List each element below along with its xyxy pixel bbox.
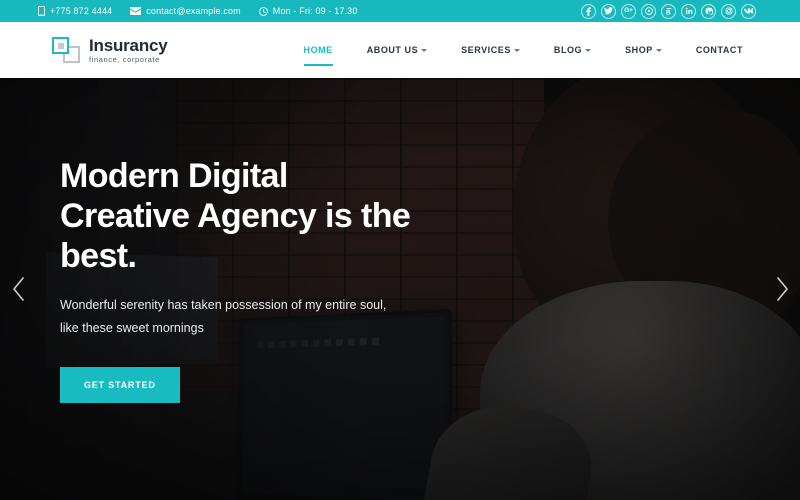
chevron-down-icon bbox=[421, 49, 428, 52]
hero-content: Modern Digital Creative Agency is the be… bbox=[60, 156, 490, 403]
chevron-down-icon bbox=[513, 49, 520, 52]
topbar-hours-text: Mon - Fri: 09 - 17.30 bbox=[272, 6, 358, 16]
nav-item-about-us[interactable]: ABOUT US bbox=[350, 39, 444, 61]
slider-next-button[interactable] bbox=[768, 272, 796, 306]
site-header: Insurancy finance, corporate HOME ABOUT … bbox=[0, 22, 800, 78]
topbar-email[interactable]: contact@example.com bbox=[130, 6, 241, 16]
topbar-phone-text: +775 872 4444 bbox=[50, 6, 113, 16]
envelope-icon bbox=[130, 7, 142, 15]
nav-item-label: ABOUT US bbox=[366, 45, 419, 55]
primary-navigation: HOME ABOUT US SERVICES BLOG SHOP CONTACT bbox=[287, 39, 760, 66]
dribbble-icon[interactable] bbox=[641, 3, 656, 19]
nav-item-shop[interactable]: SHOP bbox=[608, 39, 679, 61]
topbar-phone[interactable]: +775 872 4444 bbox=[38, 6, 112, 16]
chevron-down-icon bbox=[655, 49, 662, 52]
behance-icon[interactable] bbox=[661, 3, 676, 19]
slider-prev-button[interactable] bbox=[4, 272, 32, 306]
linkedin-icon[interactable] bbox=[681, 3, 696, 19]
nav-item-label: HOME bbox=[303, 45, 333, 55]
hero-title: Modern Digital Creative Agency is the be… bbox=[60, 156, 490, 276]
pinterest-icon[interactable] bbox=[701, 3, 716, 19]
chevron-right-icon bbox=[775, 276, 790, 302]
topbar-email-text: contact@example.com bbox=[146, 6, 241, 16]
clock-icon bbox=[258, 6, 268, 16]
brand-logo[interactable]: Insurancy finance, corporate bbox=[52, 37, 168, 64]
social-links: G+ bbox=[581, 3, 756, 19]
hero-subtitle: Wonderful serenity has taken possession … bbox=[60, 294, 390, 340]
hero-title-line-1: Modern Digital bbox=[60, 157, 288, 195]
chevron-down-icon bbox=[585, 49, 592, 52]
get-started-button[interactable]: GET STARTED bbox=[60, 366, 180, 403]
hero-subtitle-line-1: Wonderful serenity has taken possession … bbox=[60, 298, 357, 313]
phone-icon bbox=[38, 6, 45, 16]
brand-tagline: finance, corporate bbox=[89, 54, 160, 64]
facebook-icon[interactable] bbox=[581, 3, 596, 19]
nav-item-services[interactable]: SERVICES bbox=[444, 39, 537, 61]
nav-item-home[interactable]: HOME bbox=[287, 39, 350, 66]
nav-item-label: SERVICES bbox=[461, 45, 511, 55]
nav-item-label: BLOG bbox=[553, 45, 583, 55]
brand-text: Insurancy finance, corporate bbox=[89, 37, 168, 64]
nav-item-label: CONTACT bbox=[695, 45, 743, 55]
vk-icon[interactable] bbox=[741, 3, 756, 19]
hero-slider: Modern Digital Creative Agency is the be… bbox=[0, 78, 800, 500]
hero-title-line-2: Creative Agency is the bbox=[60, 197, 411, 236]
instagram-icon[interactable] bbox=[721, 3, 736, 19]
nav-item-label: SHOP bbox=[625, 45, 653, 55]
google-plus-icon[interactable]: G+ bbox=[621, 3, 636, 19]
top-bar-inner: +775 872 4444 contact@example.com Mon - … bbox=[0, 0, 800, 22]
brand-name: Insurancy bbox=[89, 35, 168, 55]
hero-title-line-3: best. bbox=[60, 237, 137, 276]
chevron-left-icon bbox=[11, 276, 26, 302]
topbar-hours: Mon - Fri: 09 - 17.30 bbox=[258, 6, 358, 16]
twitter-icon[interactable] bbox=[601, 3, 616, 19]
overlapping-squares-logo-icon bbox=[52, 37, 80, 63]
top-utility-bar: +775 872 4444 contact@example.com Mon - … bbox=[0, 0, 800, 22]
nav-item-blog[interactable]: BLOG bbox=[537, 39, 608, 61]
top-bar-contact-group: +775 872 4444 contact@example.com Mon - … bbox=[38, 6, 357, 16]
nav-item-contact[interactable]: CONTACT bbox=[679, 39, 760, 61]
page-root: +775 872 4444 contact@example.com Mon - … bbox=[0, 0, 800, 500]
